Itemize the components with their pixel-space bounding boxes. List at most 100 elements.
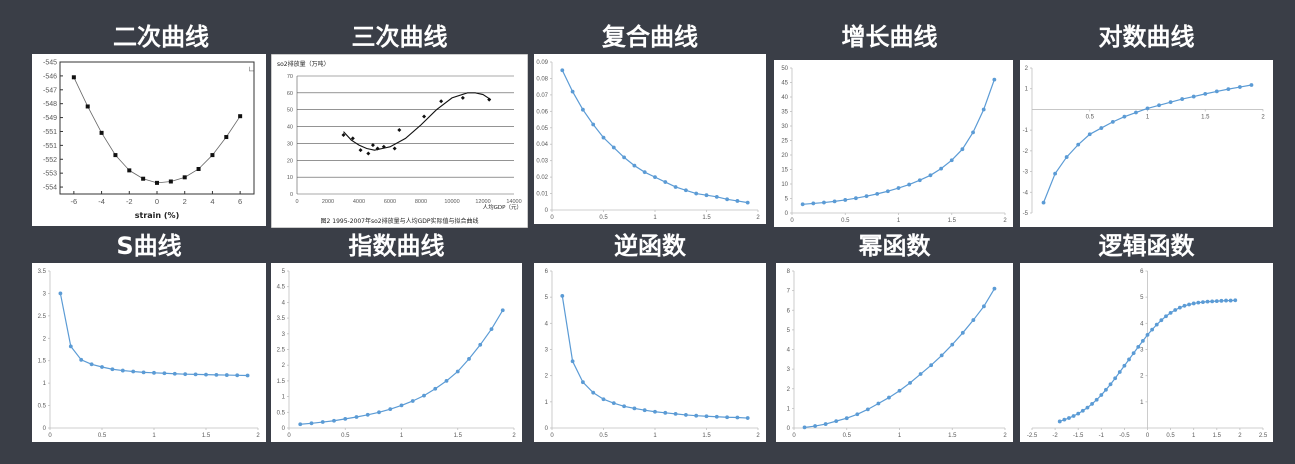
y-tick-label: 50 [287,108,293,114]
chart-svg: -545 -546 -547 -548 -549 -551 -551 -552 -553 -554… [43,60,255,221]
data-point [1168,100,1173,105]
data-point [210,153,215,158]
data-point [1201,300,1205,305]
x-tick-label: 2000 [322,199,334,205]
data-point [1136,344,1141,349]
data-point [422,393,426,398]
x-tick-label: 1.5 [454,433,463,439]
data-point [1224,298,1228,303]
data-point [377,410,381,415]
data-point [1150,327,1155,332]
data-point [642,170,647,175]
data-point [1117,370,1122,374]
y-tick-label: 2.5 [38,314,47,320]
data-point [489,327,494,331]
y-tick-label: 0.09 [536,60,548,66]
data-point [822,200,826,205]
x-tick-label: 1 [897,218,901,224]
data-point [897,388,902,393]
data-point [1177,305,1182,310]
y-tick-label: 2 [787,387,791,393]
data-point [908,380,912,385]
data-point [1164,314,1168,319]
chart-panel-inverse: 0 1 2 3 4 5 6 0 0.5 1 1.5 2 [534,263,766,442]
y-tick-label: 0.04 [536,142,548,148]
y-tick-label: -552 [43,157,57,164]
data-point [1064,155,1069,159]
data-point [1062,417,1067,422]
data-point [865,407,870,412]
chart-title-growth: 增长曲线 [841,23,938,51]
data-point [467,357,471,361]
data-point [444,379,449,383]
x-tick-label: 2 [1261,114,1265,120]
data-point [800,202,805,207]
data-point [1214,299,1219,303]
y-tick-label: 1 [43,381,47,387]
data-point [570,359,575,364]
x-tick-label: 2.5 [1259,433,1268,439]
series-line [561,295,748,419]
data-point [235,373,240,378]
data-point [358,148,363,153]
data-point [127,168,132,173]
chart-svg: 0 1 2 3 4 5 6 7 8 0 0.5 1 1.5 2 [787,269,1008,439]
data-point [224,135,229,140]
x-tick-label: 0.5 [1166,433,1175,439]
data-point [704,414,709,419]
data-point [1226,87,1231,92]
data-point [611,401,616,406]
data-point [653,175,657,180]
x-tick-label: 0 [48,433,52,439]
data-point [1145,332,1150,337]
y-tick-label: 2.5 [277,348,286,354]
data-point [725,415,729,420]
data-point [460,95,465,100]
y-tick-label: -553 [43,171,57,178]
data-point [642,408,647,413]
x-tick-label: 4000 [353,199,365,205]
chart-title-cubic: 三次曲线 [351,23,448,51]
data-point [85,104,90,109]
data-point [1173,308,1178,312]
data-point [1154,322,1159,327]
data-point [591,122,596,127]
data-point [478,342,483,347]
data-point [1067,416,1071,420]
data-point [811,201,816,206]
chart-title-s-curve: S曲线 [116,232,182,260]
y-tick-label: 0.01 [536,192,548,198]
data-point [141,370,146,375]
data-point [433,386,438,391]
data-point [960,147,965,152]
y-tick-label: 0.05 [536,126,548,132]
chart-title-logistic: 逻辑函数 [1098,232,1195,260]
data-point [982,304,986,309]
y-tick-label: 1 [1025,87,1029,93]
y-tick-label: 6 [1140,269,1144,275]
data-point [876,401,881,406]
data-point [591,390,596,395]
chart-title-inverse: 逆函数 [614,232,686,260]
y-tick-label: 0 [282,426,286,432]
x-tick-label: 1 [152,433,156,439]
chart-panel-power: 0 1 2 3 4 5 6 7 8 0 0.5 1 1.5 2 [776,263,1013,442]
y-tick-label: -554 [43,185,57,192]
data-point [1099,393,1104,397]
y-tick-label: 3.5 [277,316,286,322]
x-tick-label: 2 [512,433,516,439]
data-point [950,342,955,347]
data-point [120,368,125,373]
y-tick-label: -551 [43,143,57,150]
data-point [71,75,76,80]
data-point [570,89,575,94]
y-tick-label: 8 [787,269,791,275]
corner-mark: ∟ [248,65,255,74]
x-tick-label: -2.5 [1027,433,1038,439]
data-point [58,291,63,296]
data-point [735,415,740,420]
data-point [1104,387,1108,392]
y-tick-label: -546 [43,73,57,80]
chart-panel-s-curve: 0 0.5 1 1.5 2 2.5 3 3.5 0 0.5 1 1.5 2 [32,263,266,442]
data-point [1053,171,1057,176]
